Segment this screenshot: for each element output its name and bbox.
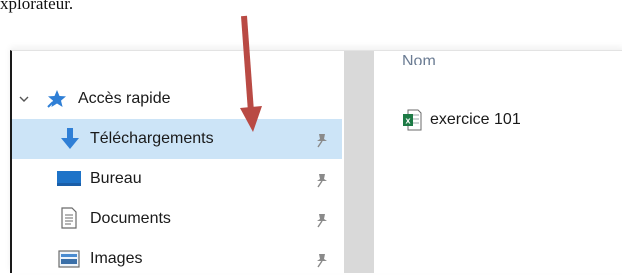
pin-icon[interactable] xyxy=(314,132,330,148)
navigation-pane: Accès rapide Téléchargements Bureau Docu… xyxy=(12,51,342,273)
nav-item-label: Téléchargements xyxy=(90,130,214,147)
document-icon xyxy=(61,207,77,229)
nav-item-quick-access[interactable]: Accès rapide xyxy=(12,79,342,119)
navigation-scrollbar[interactable] xyxy=(344,51,374,273)
desktop-icon xyxy=(57,171,81,186)
pin-icon[interactable] xyxy=(314,252,330,268)
star-pin-icon xyxy=(47,90,66,108)
file-list-pane: Nom x exercice 101 xyxy=(374,51,622,273)
download-arrow-icon xyxy=(61,128,79,149)
nav-item-label: Accès rapide xyxy=(78,90,171,107)
picture-icon xyxy=(58,250,80,268)
nav-item-label: Images xyxy=(90,250,143,267)
nav-item-label: Bureau xyxy=(90,170,142,187)
caption-text: xplorateur. xyxy=(0,0,74,13)
file-item[interactable]: x exercice 101 xyxy=(402,105,602,135)
file-name: exercice 101 xyxy=(430,111,521,128)
chevron-down-icon[interactable] xyxy=(18,93,30,105)
nav-item-label: Documents xyxy=(90,210,171,227)
pin-icon[interactable] xyxy=(314,172,330,188)
svg-text:x: x xyxy=(405,116,410,126)
nav-item-downloads[interactable]: Téléchargements xyxy=(12,119,342,159)
nav-item-desktop[interactable]: Bureau xyxy=(12,159,342,199)
column-header-name[interactable]: Nom xyxy=(402,55,436,65)
pin-icon[interactable] xyxy=(314,212,330,228)
file-explorer-window: Accès rapide Téléchargements Bureau Docu… xyxy=(10,50,622,273)
excel-file-icon: x xyxy=(403,109,422,131)
nav-item-pictures[interactable]: Images xyxy=(12,239,342,279)
nav-item-documents[interactable]: Documents xyxy=(12,199,342,239)
